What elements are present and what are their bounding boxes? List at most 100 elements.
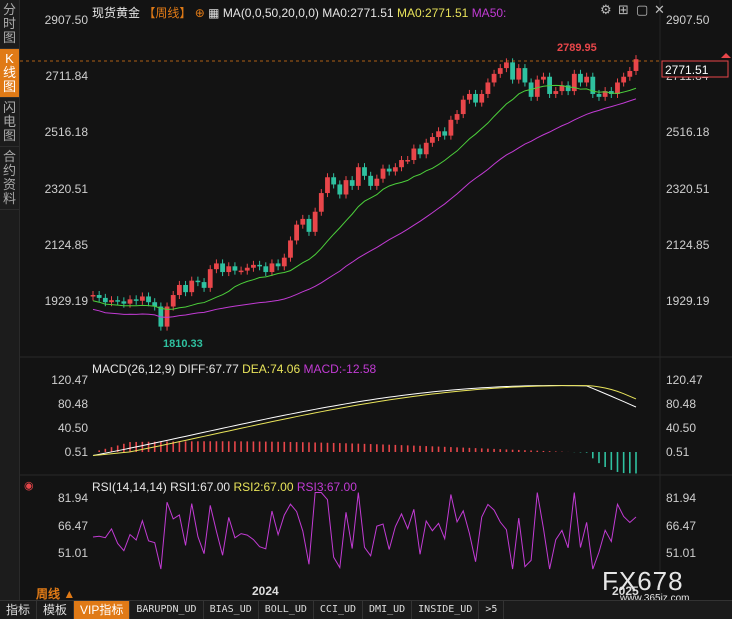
candle-body <box>615 82 620 94</box>
candle-body <box>596 93 602 97</box>
layout-icon[interactable]: ⊞ <box>618 2 629 18</box>
candle-body <box>349 180 355 186</box>
window-icon[interactable]: ▢ <box>636 2 648 18</box>
candle-body <box>244 267 250 271</box>
candle-body <box>226 266 232 273</box>
candle-body <box>220 263 225 273</box>
period-switch-label: 周线 <box>36 587 61 601</box>
candle-body <box>300 218 306 225</box>
candle-body <box>133 299 139 301</box>
rsi-tick-right: 81.94 <box>666 491 696 505</box>
candle-body <box>374 178 380 186</box>
add-icon[interactable]: ⊕ <box>195 6 205 20</box>
candle-body <box>306 218 312 232</box>
candle-body <box>214 263 219 270</box>
toolbar-indicators[interactable]: 指标 <box>0 601 38 619</box>
instrument-name: 现货黄金 <box>92 6 141 20</box>
toolbar-bias[interactable]: BIAS_UD <box>204 601 259 619</box>
candle-body <box>368 175 374 186</box>
candle-body <box>411 148 417 161</box>
high-price-label: 2789.95 <box>557 42 597 54</box>
price-tick-right: 2320.51 <box>666 182 710 196</box>
candle-body <box>170 295 176 307</box>
candle-body <box>522 68 528 83</box>
toolbar-cci[interactable]: CCI_UD <box>314 601 364 619</box>
candle-body <box>479 93 485 103</box>
macd-tick-left: 120.47 <box>51 373 88 387</box>
candle-body <box>288 240 293 258</box>
toolbar-barupdn[interactable]: BARUPDN_UD <box>130 601 204 619</box>
candle-body <box>405 160 411 162</box>
macd-dea: DEA:74.06 <box>242 362 301 376</box>
macd-tick-right: 40.50 <box>666 421 696 435</box>
candle-body <box>510 62 515 80</box>
candle-body <box>96 295 102 298</box>
toolbar-dmi[interactable]: DMI_UD <box>363 601 413 619</box>
chart-window: 2907.502907.502711.842711.842516.182516.… <box>0 0 732 619</box>
candle-body <box>621 76 627 83</box>
candle-body <box>584 76 590 83</box>
candle-body <box>541 76 546 80</box>
toolbar-vip-indicators[interactable]: VIP指标 <box>74 601 131 619</box>
last-price-value: 2771.51 <box>665 63 709 77</box>
candle-body <box>251 264 256 268</box>
candle-body <box>362 167 367 176</box>
candle-body <box>281 257 287 267</box>
candle-body <box>392 167 398 172</box>
candle-body <box>176 284 182 296</box>
candle-body <box>232 266 238 271</box>
ma20-line <box>92 84 637 310</box>
x-label-2024: 2024 <box>252 584 279 598</box>
tab-tick-chart[interactable]: 闪电图 <box>0 98 19 147</box>
macd-tick-left: 80.48 <box>58 397 88 411</box>
candle-body <box>473 93 478 103</box>
macd-tick-right: 120.47 <box>666 373 703 387</box>
period-label[interactable]: 【周线】 <box>143 6 191 20</box>
toolbar-more[interactable]: >5 <box>479 601 505 619</box>
candle-body <box>121 301 127 304</box>
candle-body <box>269 263 275 273</box>
candle-body <box>115 300 121 302</box>
low-price-label: 1810.33 <box>163 338 203 350</box>
candle-body <box>491 73 497 83</box>
price-tick-right: 1929.19 <box>666 294 710 308</box>
price-tick-left: 2516.18 <box>45 125 89 139</box>
indicator-settings-icon[interactable]: ▦ <box>208 6 219 20</box>
record-icon[interactable]: ◉ <box>24 479 34 492</box>
candle-body <box>263 266 269 273</box>
gear-icon[interactable]: ⚙ <box>600 2 612 18</box>
candle-body <box>497 68 503 74</box>
candle-body <box>417 148 423 155</box>
toolbar-boll[interactable]: BOLL_UD <box>259 601 314 619</box>
toolbar-templates[interactable]: 模板 <box>37 601 75 619</box>
candle-body <box>399 160 404 168</box>
ma-label: MA(0,0,50,20,0,0) <box>222 6 319 20</box>
candle-body <box>380 168 386 179</box>
candle-body <box>454 114 460 120</box>
candle-body <box>466 93 472 100</box>
rsi-tick-left: 81.94 <box>58 491 88 505</box>
macd-tick-right: 0.51 <box>666 445 690 459</box>
candle-body <box>127 299 133 304</box>
candle-body <box>429 137 435 143</box>
price-tick-left: 2711.84 <box>46 69 89 83</box>
candle-body <box>294 224 300 241</box>
tab-kline[interactable]: K线图 <box>0 49 19 98</box>
toolbar-inside[interactable]: INSIDE_UD <box>412 601 480 619</box>
candle-body <box>275 263 281 267</box>
tab-time-share[interactable]: 分时图 <box>0 0 19 49</box>
candle-body <box>337 184 343 195</box>
macd-diff: DIFF:67.77 <box>178 362 239 376</box>
macd-legend: MACD(26,12,9) DIFF:67.77 DEA:74.06 MACD:… <box>92 362 376 376</box>
ma50-value: MA50: <box>471 6 507 20</box>
candle-body <box>109 300 114 303</box>
ma0-value: MA0:2771.51 <box>322 6 394 20</box>
close-icon[interactable]: ✕ <box>654 2 665 18</box>
rsi-tick-right: 66.47 <box>666 519 696 533</box>
candle-body <box>448 119 454 136</box>
candle-body <box>578 73 583 83</box>
tab-contract-info[interactable]: 合约资料 <box>0 147 19 210</box>
candle-body <box>139 296 145 301</box>
chart-canvas[interactable]: 2907.502907.502711.842711.842516.182516.… <box>0 0 732 618</box>
price-legend: 现货黄金 【周线】 ⊕ ▦ MA(0,0,50,20,0,0) MA0:2771… <box>92 4 506 21</box>
